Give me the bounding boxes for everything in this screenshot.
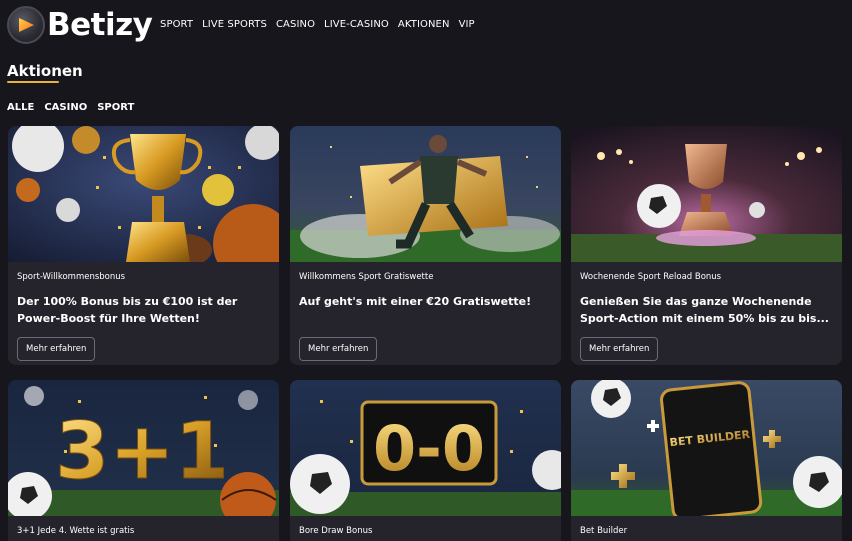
title-underline	[7, 81, 59, 83]
card-body: Bore Draw Bonus	[290, 516, 561, 536]
card-title: Genießen Sie das ganze Wochenende Sport-…	[580, 295, 829, 325]
logo-play-icon	[7, 6, 45, 44]
promo-image-bet-builder: BET BUILDER	[571, 380, 842, 516]
image-text-3plus1: 3+1	[55, 407, 229, 497]
card-category: Willkommens Sport Gratiswette	[299, 272, 434, 282]
filter-tab-casino[interactable]: CASINO	[44, 102, 87, 113]
card-category: Wochenende Sport Reload Bonus	[580, 272, 722, 282]
page-title: Aktionen	[7, 62, 83, 80]
image-text-0-0: 0-0	[373, 412, 485, 485]
promo-image-footballer	[290, 126, 561, 262]
filter-tab-alle[interactable]: ALLE	[7, 102, 34, 113]
promo-card[interactable]: BET BUILDER Bet Builder	[571, 380, 842, 541]
card-category: Bore Draw Bonus	[299, 526, 373, 536]
nav-live-casino[interactable]: LIVE-CASINO	[324, 19, 389, 30]
nav-casino[interactable]: CASINO	[276, 19, 315, 30]
promo-image-3plus1: 3+1	[8, 380, 279, 516]
promo-card[interactable]: Sport-Willkommensbonus Der 100% Bonus bi…	[8, 126, 279, 365]
nav-aktionen[interactable]: AKTIONEN	[398, 19, 450, 30]
logo-text: Betizy	[47, 7, 153, 43]
card-category: Sport-Willkommensbonus	[17, 272, 126, 282]
promo-image-stadium-trophy	[571, 126, 842, 262]
card-body: Sport-Willkommensbonus Der 100% Bonus bi…	[8, 262, 279, 361]
card-body: Willkommens Sport Gratiswette Auf geht's…	[290, 262, 561, 361]
promo-image-trophy	[8, 126, 279, 262]
card-title: Auf geht's mit einer €20 Gratiswette!	[299, 295, 532, 308]
filter-tabs: ALLE CASINO SPORT	[7, 102, 144, 113]
promo-card[interactable]: Wochenende Sport Reload Bonus Genießen S…	[571, 126, 842, 365]
header: Betizy SPORT LIVE SPORTS CASINO LIVE-CAS…	[0, 0, 852, 50]
card-body: Wochenende Sport Reload Bonus Genießen S…	[571, 262, 842, 361]
card-body: 3+1 Jede 4. Wette ist gratis	[8, 516, 279, 536]
card-title: Der 100% Bonus bis zu €100 ist der Power…	[17, 295, 238, 325]
filter-tab-sport[interactable]: SPORT	[97, 102, 134, 113]
more-info-button[interactable]: Mehr erfahren	[17, 337, 96, 361]
promo-card[interactable]: 0-0 Bore Draw Bonus	[290, 380, 561, 541]
main-nav: SPORT LIVE SPORTS CASINO LIVE-CASINO AKT…	[160, 19, 484, 30]
more-info-button[interactable]: Mehr erfahren	[299, 337, 378, 361]
nav-live-sports[interactable]: LIVE SPORTS	[202, 19, 267, 30]
more-info-button[interactable]: Mehr erfahren	[580, 337, 659, 361]
card-body: Bet Builder	[571, 516, 842, 536]
nav-vip[interactable]: VIP	[459, 19, 475, 30]
logo[interactable]: Betizy	[7, 6, 153, 44]
card-category: Bet Builder	[580, 526, 628, 536]
promo-card[interactable]: Willkommens Sport Gratiswette Auf geht's…	[290, 126, 561, 365]
nav-sport[interactable]: SPORT	[160, 19, 193, 30]
card-category: 3+1 Jede 4. Wette ist gratis	[17, 526, 135, 536]
promo-image-scoreboard: 0-0	[290, 380, 561, 516]
promo-card[interactable]: 3+1 3+1 Jede 4. Wette ist gratis	[8, 380, 279, 541]
